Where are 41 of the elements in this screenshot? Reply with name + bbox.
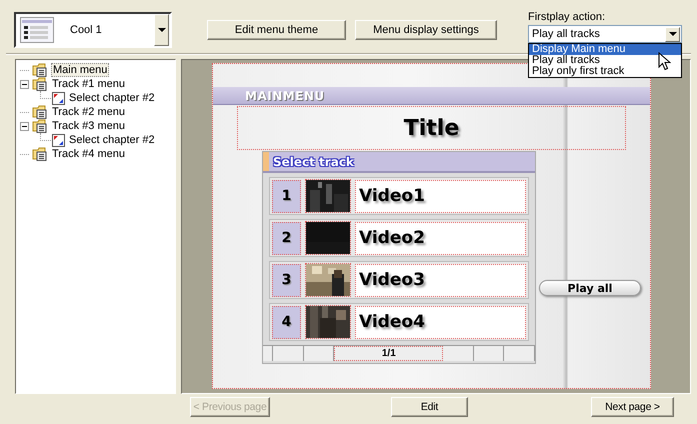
tree-item[interactable]: Track #4 menu bbox=[51, 148, 126, 160]
tree-item[interactable]: Track #1 menu bbox=[51, 78, 126, 90]
toolbar-button[interactable]: Edit menu theme bbox=[207, 20, 346, 40]
track-button[interactable]: Video4 bbox=[355, 306, 526, 338]
folder-page-icon bbox=[32, 119, 48, 133]
toolbar-button[interactable]: Menu display settings bbox=[355, 20, 497, 40]
theme-thumbnail-icon bbox=[20, 17, 54, 43]
menu-header: MAINMENU bbox=[245, 88, 325, 102]
tree-item[interactable]: Track #2 menu bbox=[51, 106, 126, 118]
firstplay-label: Firstplay action: bbox=[528, 11, 606, 23]
track-button[interactable]: Video3 bbox=[355, 264, 526, 296]
track-number[interactable]: 1 bbox=[272, 180, 301, 212]
folder-page-icon bbox=[32, 147, 48, 161]
play-all-button[interactable]: Play all bbox=[539, 280, 641, 296]
folder-page-icon bbox=[32, 77, 48, 91]
collapse-toggle-icon[interactable] bbox=[20, 122, 29, 130]
track-number[interactable]: 2 bbox=[272, 222, 301, 254]
folder-page-icon bbox=[32, 63, 48, 77]
track-button[interactable]: Video1 bbox=[355, 180, 526, 212]
dropdown-option[interactable]: Play only first track bbox=[529, 66, 681, 77]
tree-item[interactable]: Select chapter #2 bbox=[68, 92, 156, 104]
chapter-icon bbox=[52, 134, 65, 146]
theme-dropdown[interactable]: Cool 1 bbox=[14, 12, 172, 48]
dropdown-option[interactable]: Display Main menu bbox=[529, 44, 681, 55]
panel-title: Select track bbox=[273, 154, 354, 168]
folder-page-icon bbox=[32, 105, 48, 119]
track-number[interactable]: 4 bbox=[272, 306, 301, 338]
mouse-cursor-icon bbox=[658, 52, 671, 71]
tree-item[interactable]: Select chapter #2 bbox=[68, 134, 156, 146]
dropdown-option[interactable]: Play all tracks bbox=[529, 55, 681, 66]
track-number[interactable]: 3 bbox=[272, 264, 301, 296]
page-indicator: 1/1 bbox=[334, 346, 444, 361]
nav-button[interactable]: Next page > bbox=[591, 397, 674, 417]
nav-button[interactable]: Edit bbox=[391, 397, 468, 417]
title-area[interactable]: Title bbox=[237, 106, 626, 150]
tree-item[interactable]: Main menu bbox=[51, 63, 110, 77]
chapter-icon bbox=[52, 92, 65, 104]
track-button[interactable]: Video2 bbox=[355, 222, 526, 254]
tree-item[interactable]: Track #3 menu bbox=[51, 120, 126, 132]
collapse-toggle-icon[interactable] bbox=[20, 80, 29, 88]
firstplay-dropdown[interactable]: Play all tracks bbox=[528, 25, 682, 43]
